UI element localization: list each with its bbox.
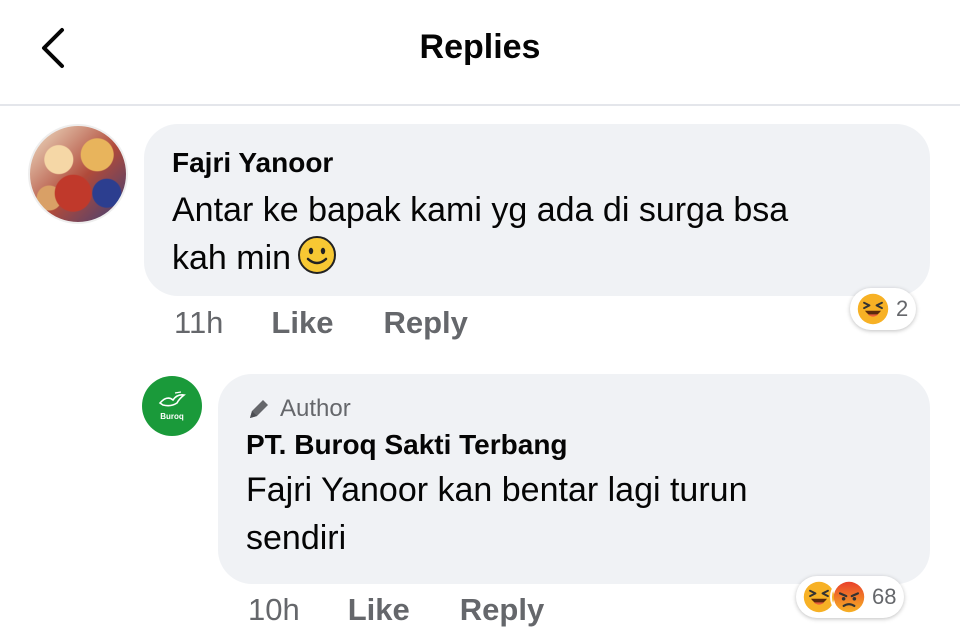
reply-bubble: Author PT. Buroq Sakti Terbang Fajri Yan… <box>218 374 930 584</box>
author-badge: Author <box>246 394 902 424</box>
reply-button[interactable]: Reply <box>460 592 544 628</box>
comment-author[interactable]: PT. Buroq Sakti Terbang <box>246 428 902 462</box>
comment-author[interactable]: Fajri Yanoor <box>172 146 902 180</box>
reaction-summary[interactable]: 68 <box>796 576 905 618</box>
page-avatar[interactable]: Buroq <box>142 376 202 436</box>
page-title: Replies <box>419 28 541 66</box>
pencil-icon <box>250 400 268 418</box>
avatar[interactable] <box>28 124 128 224</box>
reply-button[interactable]: Reply <box>383 305 467 341</box>
reaction-count: 2 <box>896 296 909 321</box>
angry-face-icon <box>830 578 868 616</box>
reaction-count: 68 <box>872 584 897 609</box>
reaction-summary[interactable]: 2 <box>850 288 917 330</box>
comment-bubble: Fajri Yanoor Antar ke bapak kami yg ada … <box>144 124 930 296</box>
bird-logo-icon <box>158 391 186 407</box>
like-button[interactable]: Like <box>271 305 333 341</box>
comment-text: Antar ke bapak kami yg ada di surga bsa … <box>172 191 789 277</box>
like-button[interactable]: Like <box>348 592 410 628</box>
comment-actions: 11h Like Reply <box>174 305 518 341</box>
smiling-face-icon <box>298 236 337 274</box>
comment-text: Fajri Yanoor kan bentar lagi turun sendi… <box>246 471 748 557</box>
comment-actions: 10h Like Reply <box>248 592 594 628</box>
top-bar: Replies <box>0 0 960 106</box>
comment-timestamp[interactable]: 10h <box>248 592 300 628</box>
laughing-face-icon <box>854 290 892 328</box>
comment-timestamp[interactable]: 11h <box>174 305 223 341</box>
avatar-logo-text: Buroq <box>160 412 184 421</box>
